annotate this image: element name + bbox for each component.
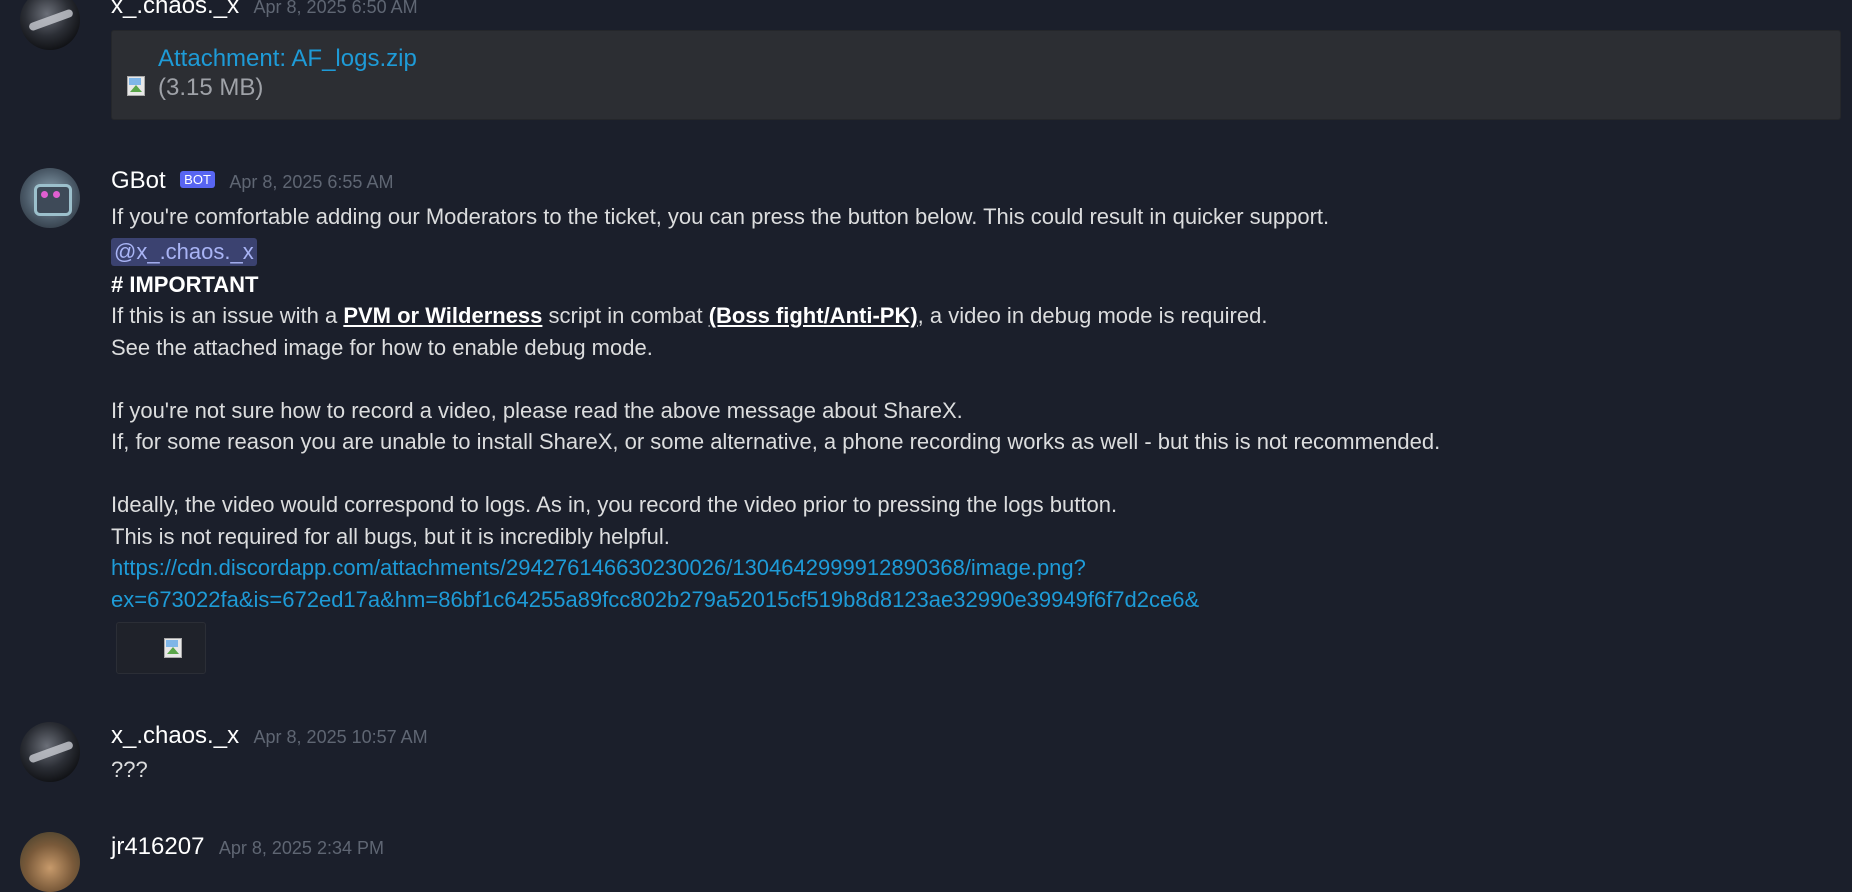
username[interactable]: x_.chaos._x bbox=[111, 0, 239, 19]
username[interactable]: jr416207 bbox=[111, 833, 204, 860]
message-header: GBot BOT Apr 8, 2025 6:55 AM bbox=[111, 167, 393, 195]
avatar[interactable] bbox=[20, 0, 80, 50]
username[interactable]: GBot bbox=[111, 167, 166, 194]
text-segment: script in combat bbox=[542, 303, 709, 328]
image-link[interactable]: https://cdn.discordapp.com/attachments/2… bbox=[111, 555, 1086, 581]
image-link[interactable]: ex=673022fa&is=672ed17a&hm=86bf1c64255a8… bbox=[111, 587, 1199, 613]
message-text: If you're not sure how to record a video… bbox=[111, 398, 963, 423]
image-embed[interactable] bbox=[116, 622, 206, 674]
avatar[interactable] bbox=[20, 832, 80, 892]
bold-underline-text: PVM or Wilderness bbox=[343, 303, 543, 328]
broken-image-icon bbox=[164, 638, 182, 658]
avatar[interactable] bbox=[20, 168, 80, 228]
message-text: If you're comfortable adding our Moderat… bbox=[111, 204, 1330, 229]
message-text: If this is an issue with a PVM or Wilder… bbox=[111, 303, 1267, 329]
timestamp: Apr 8, 2025 6:50 AM bbox=[253, 0, 418, 17]
text-segment: If this is an issue with a bbox=[111, 303, 344, 328]
timestamp: Apr 8, 2025 6:55 AM bbox=[229, 172, 394, 192]
avatar[interactable] bbox=[20, 722, 80, 782]
bot-badge: BOT bbox=[180, 171, 215, 188]
attachment-card: Attachment: AF_logs.zip (3.15 MB) bbox=[111, 30, 1841, 120]
message-text: This is not required for all bugs, but i… bbox=[111, 524, 670, 549]
message-text: ??? bbox=[111, 757, 148, 782]
text-segment: , a video in debug mode is required. bbox=[917, 303, 1268, 328]
attachment-link[interactable]: Attachment: AF_logs.zip bbox=[158, 45, 417, 73]
message-header: x_.chaos._x Apr 8, 2025 10:57 AM bbox=[111, 722, 428, 750]
attachment-size: (3.15 MB) bbox=[158, 74, 264, 101]
bold-underline-text: (Boss fight/Anti-PK) bbox=[708, 303, 918, 328]
user-mention[interactable]: @x_.chaos._x bbox=[111, 238, 257, 266]
heading-text: # IMPORTANT bbox=[111, 272, 259, 297]
username[interactable]: x_.chaos._x bbox=[111, 722, 239, 749]
message-header: x_.chaos._x Apr 8, 2025 6:50 AM bbox=[111, 0, 418, 20]
timestamp: Apr 8, 2025 2:34 PM bbox=[218, 838, 384, 858]
broken-image-icon bbox=[127, 76, 145, 96]
message-text: If, for some reason you are unable to in… bbox=[111, 429, 1441, 454]
message-text: See the attached image for how to enable… bbox=[111, 335, 653, 360]
timestamp: Apr 8, 2025 10:57 AM bbox=[253, 727, 428, 747]
message-text: Ideally, the video would correspond to l… bbox=[111, 492, 1118, 517]
